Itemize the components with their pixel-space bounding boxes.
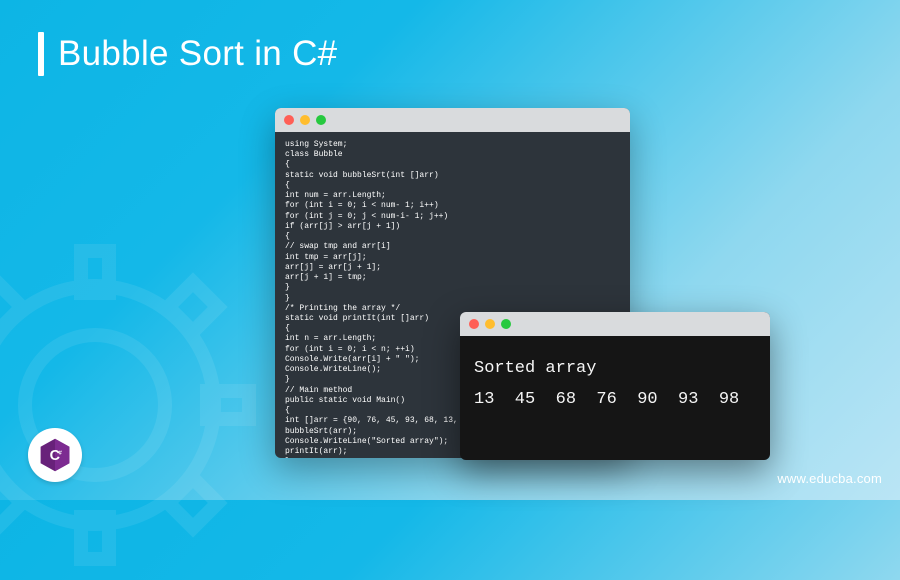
page-title: Bubble Sort in C#: [58, 34, 337, 74]
title-accent-bar: [38, 32, 44, 76]
csharp-logo-icon: C #: [37, 437, 73, 473]
terminal-output: Sorted array 13 45 68 76 90 93 98: [460, 336, 770, 433]
window-titlebar: [275, 108, 630, 132]
close-icon: [469, 319, 479, 329]
terminal-window: Sorted array 13 45 68 76 90 93 98: [460, 312, 770, 460]
close-icon: [284, 115, 294, 125]
maximize-icon: [501, 319, 511, 329]
gear-icon: [0, 230, 270, 580]
page-header: Bubble Sort in C#: [0, 0, 900, 76]
terminal-line-2: 13 45 68 76 90 93 98: [474, 390, 739, 409]
watermark-text: www.educba.com: [777, 471, 882, 486]
csharp-logo-badge: C #: [28, 428, 82, 482]
minimize-icon: [300, 115, 310, 125]
maximize-icon: [316, 115, 326, 125]
minimize-icon: [485, 319, 495, 329]
terminal-line-1: Sorted array: [474, 359, 596, 378]
window-titlebar: [460, 312, 770, 336]
